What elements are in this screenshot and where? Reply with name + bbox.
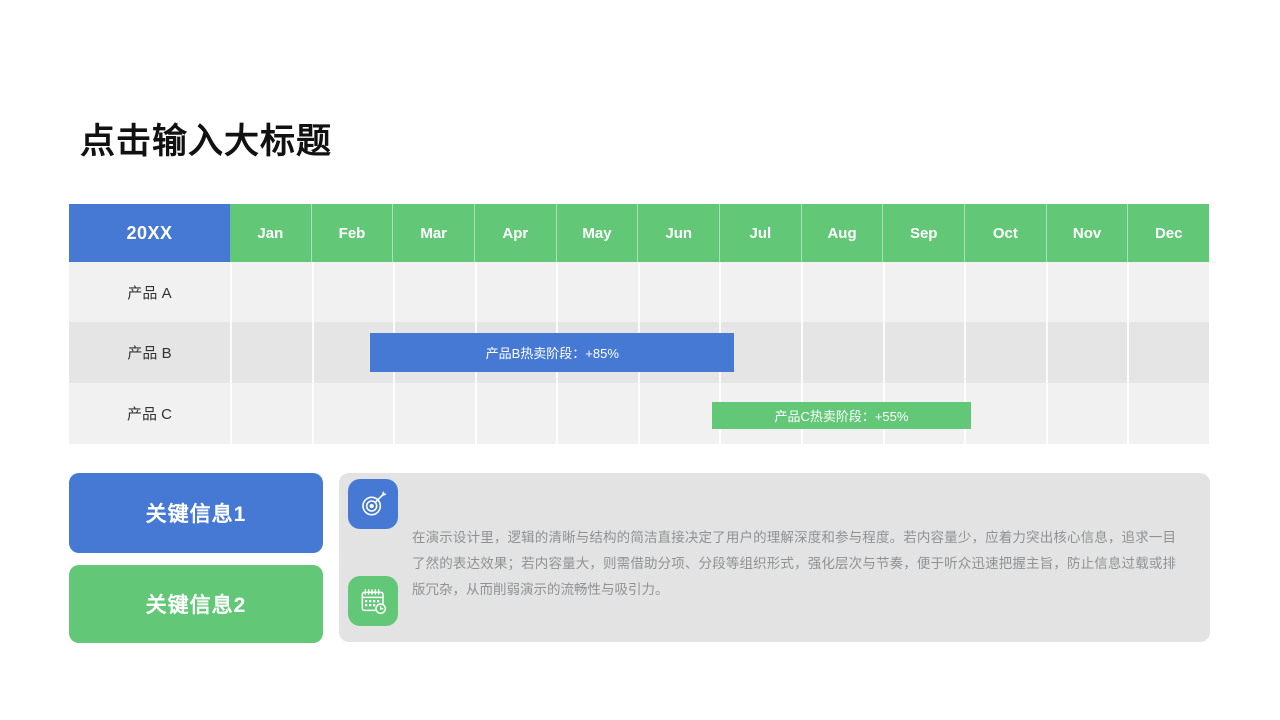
grid-cell: [556, 262, 638, 322]
grid-cell: [964, 262, 1046, 322]
row-track: 产品B热卖阶段：+85%: [230, 322, 1209, 383]
key-info-button-1[interactable]: 关键信息1: [69, 473, 323, 553]
gantt-bar[interactable]: 产品C热卖阶段：+55%: [712, 402, 971, 429]
month-header-cells: JanFebMarAprMayJunJulAugSepOctNovDec: [230, 204, 1209, 262]
grid-cell: [1127, 322, 1209, 383]
page-title[interactable]: 点击输入大标题: [80, 121, 332, 163]
grid-cell: [1046, 262, 1128, 322]
row-track: 产品C热卖阶段：+55%: [230, 383, 1209, 444]
info-panel: 在演示设计里，逻辑的清晰与结构的简洁直接决定了用户的理解深度和参与程度。若内容量…: [339, 473, 1210, 642]
grid-cell: [638, 262, 720, 322]
grid-cell: [230, 262, 312, 322]
grid-cell: [801, 262, 883, 322]
key-info-button-2[interactable]: 关键信息2: [69, 565, 323, 643]
grid-cell: [719, 262, 801, 322]
grid-cell: [1046, 322, 1128, 383]
grid-cell: [312, 262, 394, 322]
grid-cell: [883, 262, 965, 322]
gantt-row: 产品 A: [69, 262, 1209, 322]
month-header-cell: Jul: [719, 204, 801, 262]
calendar-clock-icon: [348, 576, 398, 626]
month-header-cell: Aug: [801, 204, 883, 262]
gantt-bar[interactable]: 产品B热卖阶段：+85%: [370, 333, 734, 372]
grid-cell: [964, 322, 1046, 383]
month-header-cell: Mar: [392, 204, 474, 262]
month-header-cell: Apr: [474, 204, 556, 262]
grid-cell: [1046, 383, 1128, 444]
month-header-cell: Dec: [1127, 204, 1209, 262]
grid-cell: [475, 383, 557, 444]
grid-cell: [230, 383, 312, 444]
month-header-cell: Nov: [1046, 204, 1128, 262]
info-paragraph: 在演示设计里，逻辑的清晰与结构的简洁直接决定了用户的理解深度和参与程度。若内容量…: [412, 525, 1176, 603]
row-track: [230, 262, 1209, 322]
gantt-header-row: 20XX JanFebMarAprMayJunJulAugSepOctNovDe…: [69, 204, 1209, 262]
grid-cell: [230, 322, 312, 383]
grid-cell: [964, 383, 1046, 444]
grid-cell: [393, 262, 475, 322]
month-header-cell: Oct: [964, 204, 1046, 262]
grid-cell: [1127, 262, 1209, 322]
month-header-cell: Jan: [230, 204, 311, 262]
grid-cell: [883, 322, 965, 383]
row-label: 产品 C: [69, 383, 230, 444]
gantt-body: 产品 A产品 B 产品B热卖阶段：+85% 产品 C 产品C热卖阶段：+55%: [69, 262, 1209, 444]
grid-cell: [638, 383, 720, 444]
year-header-cell: 20XX: [69, 204, 230, 262]
gantt-row: 产品 C 产品C热卖阶段：+55%: [69, 383, 1209, 444]
grid-cell: [393, 383, 475, 444]
row-label: 产品 A: [69, 262, 230, 322]
gantt-row: 产品 B 产品B热卖阶段：+85%: [69, 322, 1209, 383]
grid-cell: [801, 322, 883, 383]
month-header-cell: Sep: [882, 204, 964, 262]
gantt-table: 20XX JanFebMarAprMayJunJulAugSepOctNovDe…: [69, 204, 1209, 444]
month-header-cell: May: [556, 204, 638, 262]
row-label: 产品 B: [69, 322, 230, 383]
target-icon: [348, 479, 398, 529]
slide-canvas: 点击输入大标题 20XX JanFebMarAprMayJunJulAugSep…: [0, 0, 1280, 720]
grid-cell: [556, 383, 638, 444]
grid-cell: [312, 383, 394, 444]
month-header-cell: Jun: [637, 204, 719, 262]
month-header-cell: Feb: [311, 204, 393, 262]
grid-cell: [1127, 383, 1209, 444]
grid-cell: [475, 262, 557, 322]
